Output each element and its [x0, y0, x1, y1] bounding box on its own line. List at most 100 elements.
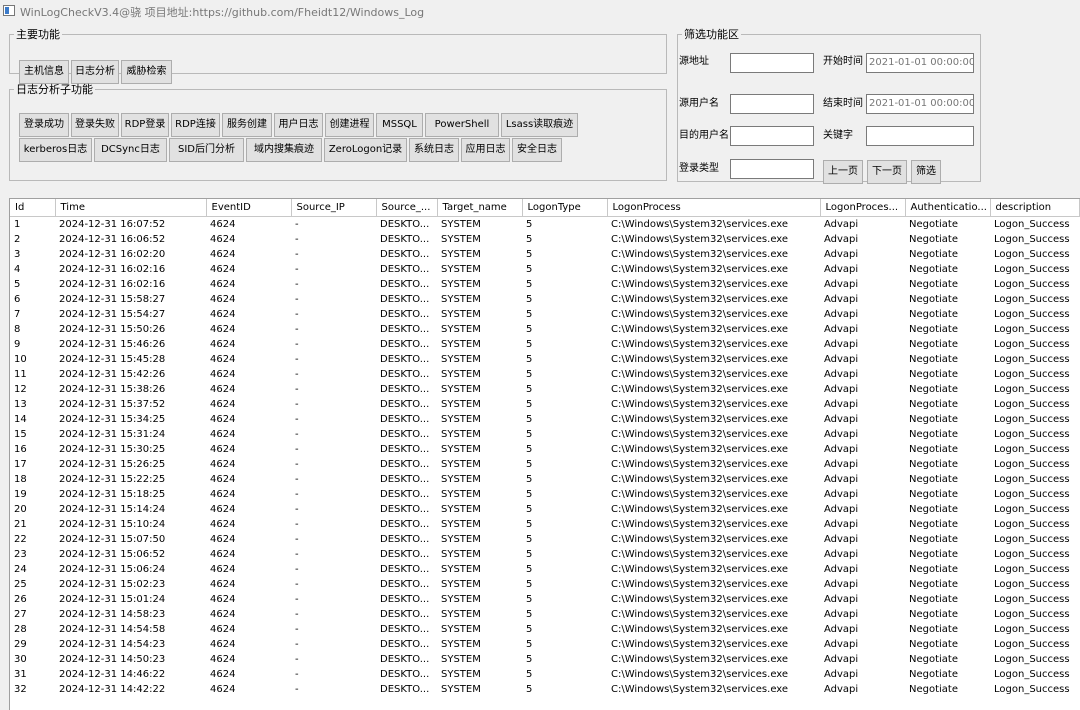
table-row[interactable]: 5 2024-12-31 16:02:16 4624 - DESKTO... SYSTEM…	[10, 277, 1079, 292]
mssql-button[interactable]: MSSQL	[376, 113, 423, 137]
column-header[interactable]: Target_name	[437, 199, 523, 217]
next-page-button[interactable]: 下一页	[867, 160, 907, 184]
start-time-input[interactable]: 2021-01-01 00:00:00	[866, 53, 974, 73]
table-cell: C:\Windows\System32\services.exe	[611, 594, 789, 605]
table-row[interactable]: 28 2024-12-31 14:54:58 4624 - DESKTO... SYSTE…	[10, 622, 1079, 637]
table-row[interactable]: 13 2024-12-31 15:37:52 4624 - DESKTO... SYSTE…	[10, 397, 1079, 412]
table-cell: 4624	[210, 579, 236, 590]
table-row[interactable]: 3 2024-12-31 16:02:20 4624 - DESKTO... SYSTEM…	[10, 247, 1079, 262]
rdp-logon-button[interactable]: RDP登录	[121, 113, 169, 137]
filter-button[interactable]: 筛选	[911, 160, 941, 184]
system-log-button[interactable]: 系统日志	[409, 138, 459, 162]
logon-success-button[interactable]: 登录成功	[19, 113, 69, 137]
table-cell: Logon_Success	[994, 609, 1070, 620]
table-row[interactable]: 14 2024-12-31 15:34:25 4624 - DESKTO... SYSTE…	[10, 412, 1079, 427]
table-row[interactable]: 15 2024-12-31 15:31:24 4624 - DESKTO... SYSTE…	[10, 427, 1079, 442]
table-cell: SYSTEM	[441, 339, 481, 350]
table-row[interactable]: 4 2024-12-31 16:02:16 4624 - DESKTO... SYSTEM…	[10, 262, 1079, 277]
table-row[interactable]: 6 2024-12-31 15:58:27 4624 - DESKTO... SYSTEM…	[10, 292, 1079, 307]
table-row[interactable]: 17 2024-12-31 15:26:25 4624 - DESKTO... SYSTE…	[10, 457, 1079, 472]
table-row[interactable]: 18 2024-12-31 15:22:25 4624 - DESKTO... SYSTE…	[10, 472, 1079, 487]
table-cell: Logon_Success	[994, 234, 1070, 245]
source-ip-input[interactable]	[730, 53, 814, 73]
table-row[interactable]: 26 2024-12-31 15:01:24 4624 - DESKTO... SYSTE…	[10, 592, 1079, 607]
table-cell: DESKTO...	[380, 369, 430, 380]
table-row[interactable]: 1 2024-12-31 16:07:52 4624 - DESKTO... SYSTEM…	[10, 217, 1079, 233]
column-header[interactable]: LogonType	[522, 199, 608, 217]
table-cell: 31	[14, 669, 27, 680]
end-time-input[interactable]: 2021-01-01 00:00:00	[866, 94, 974, 114]
column-header[interactable]: EventID	[206, 199, 292, 217]
table-row[interactable]: 25 2024-12-31 15:02:23 4624 - DESKTO... SYSTE…	[10, 577, 1079, 592]
prev-page-button[interactable]: 上一页	[823, 160, 863, 184]
table-row[interactable]: 9 2024-12-31 15:46:26 4624 - DESKTO... SYSTEM…	[10, 337, 1079, 352]
table-row[interactable]: 27 2024-12-31 14:58:23 4624 - DESKTO... SYSTE…	[10, 607, 1079, 622]
column-header[interactable]: LogonProcess	[607, 199, 821, 217]
table-cell: -	[295, 399, 299, 410]
sid-backdoor-button[interactable]: SID后门分析	[169, 138, 244, 162]
table-row[interactable]: 24 2024-12-31 15:06:24 4624 - DESKTO... SYSTE…	[10, 562, 1079, 577]
dcsync-log-button[interactable]: DCSync日志	[94, 138, 167, 162]
rdp-connect-button[interactable]: RDP连接	[171, 113, 220, 137]
zerologon-record-button[interactable]: ZeroLogon记录	[324, 138, 407, 162]
lsass-read-trace-button[interactable]: Lsass读取痕迹	[501, 113, 578, 137]
kerberos-log-button[interactable]: kerberos日志	[19, 138, 92, 162]
table-cell: -	[295, 549, 299, 560]
table-cell: C:\Windows\System32\services.exe	[611, 654, 789, 665]
table-cell: 5	[526, 504, 533, 515]
column-header[interactable]: Time	[55, 199, 207, 217]
table-cell: 5	[526, 264, 533, 275]
table-cell: Advapi	[824, 459, 859, 470]
table-row[interactable]: 10 2024-12-31 15:45:28 4624 - DESKTO... SYSTE…	[10, 352, 1079, 367]
table-cell: 5	[526, 369, 533, 380]
column-header[interactable]: Authenticatio...	[905, 199, 991, 217]
source-user-input[interactable]	[730, 94, 814, 114]
create-process-button[interactable]: 创建进程	[325, 113, 374, 137]
table-row[interactable]: 23 2024-12-31 15:06:52 4624 - DESKTO... SYSTE…	[10, 547, 1079, 562]
column-header[interactable]: LogonProces...	[820, 199, 906, 217]
column-header[interactable]: description	[990, 199, 1080, 217]
table-row[interactable]: 32 2024-12-31 14:42:22 4624 - DESKTO... SYSTE…	[10, 682, 1079, 697]
table-cell: Negotiate	[909, 399, 958, 410]
table-body: 1 2024-12-31 16:07:52 4624- DESKTO... SYSTEM…	[10, 217, 1079, 698]
target-user-input[interactable]	[730, 126, 814, 146]
logon-type-input[interactable]	[730, 159, 814, 179]
table-row[interactable]: 2 2024-12-31 16:06:52 4624 - DESKTO... SYSTEM…	[10, 232, 1079, 247]
column-header[interactable]: Source_...	[376, 199, 438, 217]
logon-failure-button[interactable]: 登录失败	[71, 113, 119, 137]
table-row[interactable]: 8 2024-12-31 15:50:26 4624 - DESKTO... SYSTEM…	[10, 322, 1079, 337]
table-cell: 5	[526, 579, 533, 590]
table-cell: 5	[526, 384, 533, 395]
table-row[interactable]: 12 2024-12-31 15:38:26 4624 - DESKTO... SYSTE…	[10, 382, 1079, 397]
table-row[interactable]: 16 2024-12-31 15:30:25 4624 - DESKTO... SYSTE…	[10, 442, 1079, 457]
table-row[interactable]: 7 2024-12-31 15:54:27 4624 - DESKTO... SYSTEM…	[10, 307, 1079, 322]
user-log-button[interactable]: 用户日志	[274, 113, 323, 137]
table-cell: 4624	[210, 219, 236, 230]
table-row[interactable]: 29 2024-12-31 14:54:23 4624 - DESKTO... SYSTE…	[10, 637, 1079, 652]
table-row[interactable]: 21 2024-12-31 15:10:24 4624 - DESKTO... SYSTE…	[10, 517, 1079, 532]
security-log-button[interactable]: 安全日志	[512, 138, 562, 162]
table-cell: Advapi	[824, 639, 859, 650]
table-row[interactable]: 31 2024-12-31 14:46:22 4624 - DESKTO... SYSTE…	[10, 667, 1079, 682]
table-cell: SYSTEM	[441, 669, 481, 680]
table-row[interactable]: 22 2024-12-31 15:07:50 4624 - DESKTO... SYSTE…	[10, 532, 1079, 547]
table-row[interactable]: 11 2024-12-31 15:42:26 4624 - DESKTO... SYSTE…	[10, 367, 1079, 382]
table-row[interactable]: 19 2024-12-31 15:18:25 4624 - DESKTO... SYSTE…	[10, 487, 1079, 502]
table-cell: SYSTEM	[441, 624, 481, 635]
application-log-button[interactable]: 应用日志	[461, 138, 510, 162]
table-cell: Logon_Success	[994, 639, 1070, 650]
window-title: WinLogCheckV3.4@骁 项目地址:https://github.co…	[20, 6, 425, 19]
table-cell: C:\Windows\System32\services.exe	[611, 354, 789, 365]
start-time-label: 开始时间	[823, 56, 863, 67]
column-header[interactable]: Id	[10, 199, 56, 217]
table-row[interactable]: 20 2024-12-31 15:14:24 4624 - DESKTO... SYSTE…	[10, 502, 1079, 517]
keyword-input[interactable]	[866, 126, 974, 146]
powershell-button[interactable]: PowerShell	[425, 113, 499, 137]
table-row[interactable]: 30 2024-12-31 14:50:23 4624 - DESKTO... SYSTE…	[10, 652, 1079, 667]
domain-recon-trace-button[interactable]: 域内搜集痕迹	[246, 138, 322, 162]
table-cell: Advapi	[824, 684, 859, 695]
column-header[interactable]: Source_IP	[291, 199, 377, 217]
table-cell: Logon_Success	[994, 444, 1070, 455]
service-create-button[interactable]: 服务创建	[222, 113, 272, 137]
table-cell: DESKTO...	[380, 564, 430, 575]
